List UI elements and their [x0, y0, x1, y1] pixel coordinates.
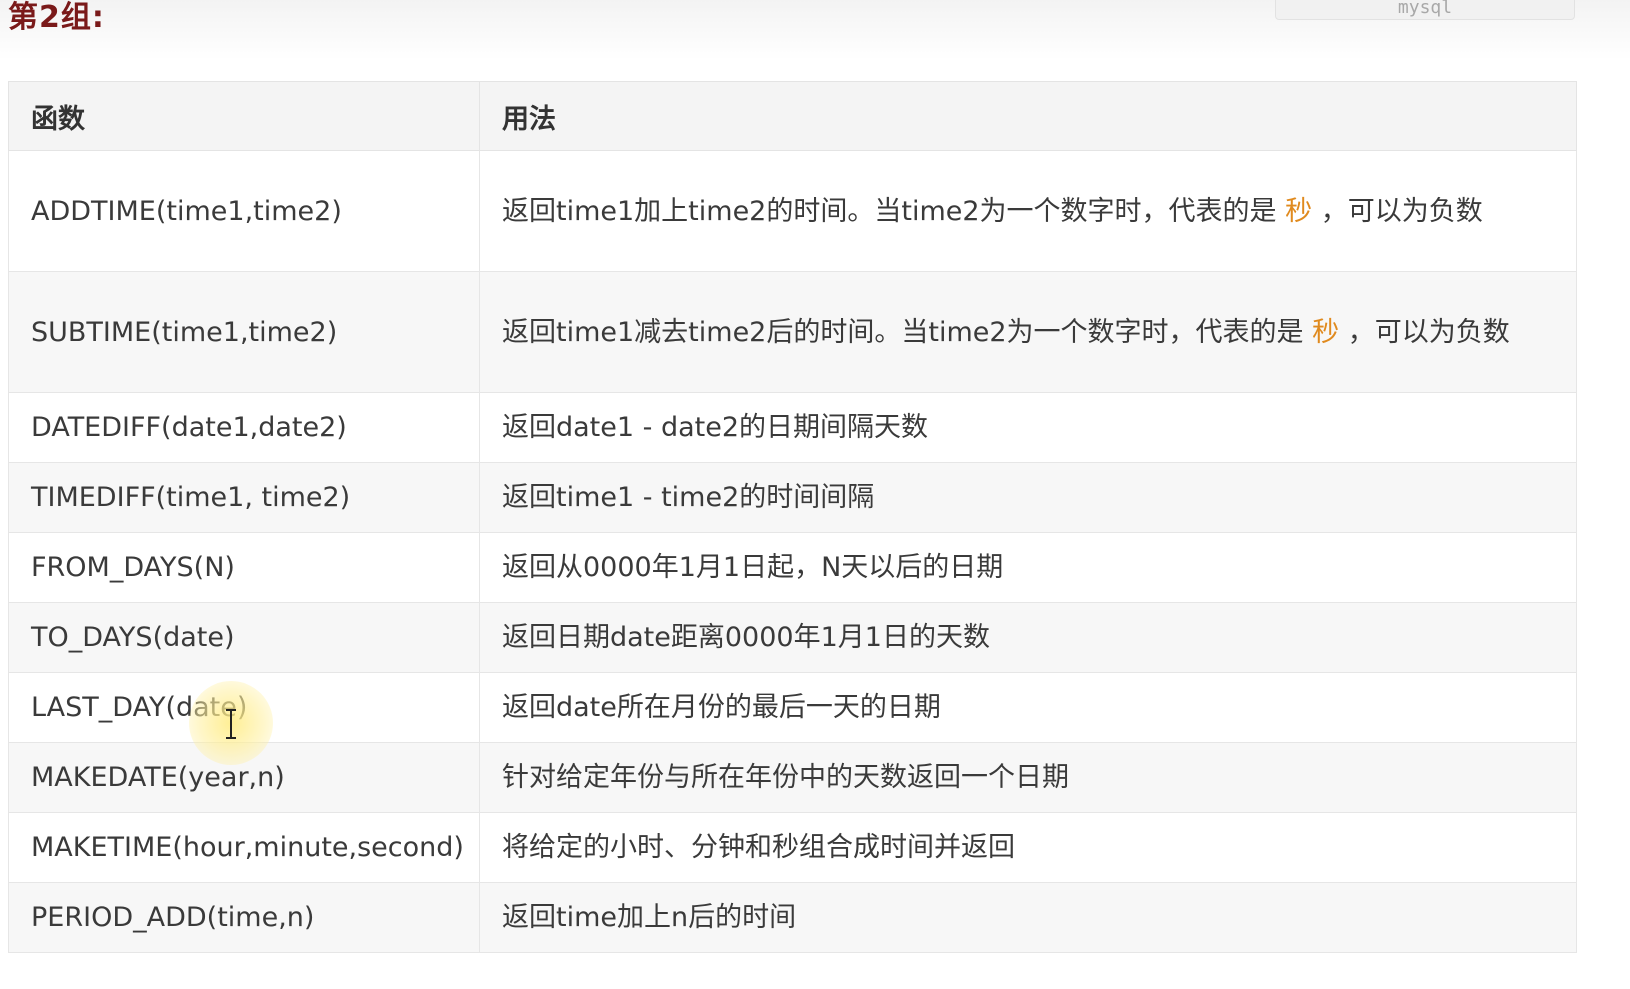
usage-text: ，可以为负数 — [1312, 195, 1483, 227]
usage-cell: 返回time1减去time2后的时间。当time2为一个数字时，代表的是 秒 ，… — [479, 271, 1577, 393]
table-row: DATEDIFF(date1,date2) 返回date1 - date2的日期… — [8, 392, 1577, 463]
function-cell: TO_DAYS(date) — [8, 602, 480, 673]
table-row: TIMEDIFF(time1, time2) 返回time1 - time2的时… — [8, 462, 1577, 533]
function-cell: TIMEDIFF(time1, time2) — [8, 462, 480, 533]
table-row: MAKETIME(hour,minute,second) 将给定的小时、分钟和秒… — [8, 812, 1577, 883]
table-row: LAST_DAY(date) 返回date所在月份的最后一天的日期 — [8, 672, 1577, 743]
usage-cell: 返回time1加上time2的时间。当time2为一个数字时，代表的是 秒 ，可… — [479, 150, 1577, 272]
table-header-row: 函数 用法 — [8, 81, 1577, 151]
highlight-unit: 秒 — [1312, 316, 1340, 348]
document-page: mysql 第2组: 函数 用法 ADDTIME(time1,time2) 返回… — [0, 0, 1630, 989]
usage-cell: 返回time1 - time2的时间间隔 — [479, 462, 1577, 533]
group-title: 第2组: — [8, 0, 105, 35]
usage-cell: 返回日期date距离0000年1月1日的天数 — [479, 602, 1577, 673]
usage-text: 返回time1减去time2后的时间。当time2为一个数字时，代表的是 — [502, 316, 1313, 348]
usage-text: ，可以为负数 — [1339, 316, 1510, 348]
function-cell: DATEDIFF(date1,date2) — [8, 392, 480, 463]
table-row: ADDTIME(time1,time2) 返回time1加上time2的时间。当… — [8, 150, 1577, 272]
code-language-tab[interactable]: mysql — [1275, 0, 1575, 20]
header-function: 函数 — [8, 81, 480, 151]
table-row: SUBTIME(time1,time2) 返回time1减去time2后的时间。… — [8, 271, 1577, 393]
header-usage: 用法 — [479, 81, 1577, 151]
table-row: MAKEDATE(year,n) 针对给定年份与所在年份中的天数返回一个日期 — [8, 742, 1577, 813]
usage-text: 返回time1加上time2的时间。当time2为一个数字时，代表的是 — [502, 195, 1286, 227]
table-row: TO_DAYS(date) 返回日期date距离0000年1月1日的天数 — [8, 602, 1577, 673]
function-table: 函数 用法 ADDTIME(time1,time2) 返回time1加上time… — [8, 81, 1577, 953]
function-cell: LAST_DAY(date) — [8, 672, 480, 743]
table-row: PERIOD_ADD(time,n) 返回time加上n后的时间 — [8, 882, 1577, 953]
function-cell: PERIOD_ADD(time,n) — [8, 882, 480, 953]
function-cell: ADDTIME(time1,time2) — [8, 150, 480, 272]
table-row: FROM_DAYS(N) 返回从0000年1月1日起，N天以后的日期 — [8, 532, 1577, 603]
highlight-unit: 秒 — [1285, 195, 1313, 227]
function-cell: SUBTIME(time1,time2) — [8, 271, 480, 393]
usage-cell: 针对给定年份与所在年份中的天数返回一个日期 — [479, 742, 1577, 813]
usage-cell: 将给定的小时、分钟和秒组合成时间并返回 — [479, 812, 1577, 883]
usage-cell: 返回date所在月份的最后一天的日期 — [479, 672, 1577, 743]
function-cell: MAKETIME(hour,minute,second) — [8, 812, 480, 883]
usage-cell: 返回time加上n后的时间 — [479, 882, 1577, 953]
function-cell: FROM_DAYS(N) — [8, 532, 480, 603]
usage-cell: 返回从0000年1月1日起，N天以后的日期 — [479, 532, 1577, 603]
usage-cell: 返回date1 - date2的日期间隔天数 — [479, 392, 1577, 463]
function-cell: MAKEDATE(year,n) — [8, 742, 480, 813]
